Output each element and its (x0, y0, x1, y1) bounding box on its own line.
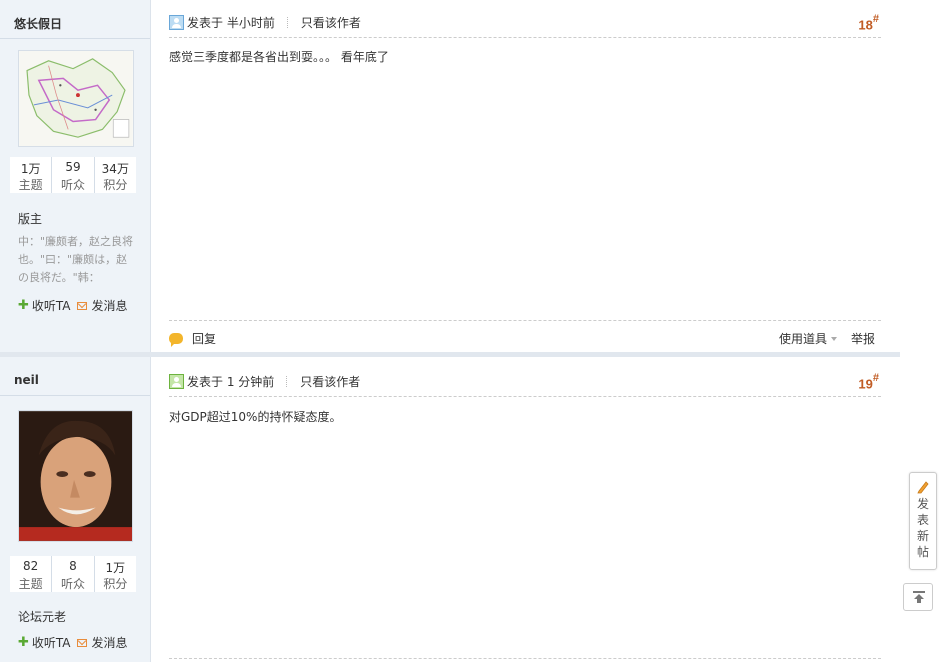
pencil-icon (917, 481, 929, 494)
stat-value: 1万 (105, 561, 126, 575)
stat-value: 1万 (20, 162, 41, 176)
stat-points[interactable]: 34万 积分 (95, 157, 136, 193)
post-content: 发表于 1 分钟前 只看该作者 19# 对GDP超过10%的持怀疑态度。 (151, 357, 900, 662)
report-link[interactable]: 举报 (851, 330, 875, 347)
user-actions: ✚ 收听TA 发消息 (18, 297, 134, 314)
stat-value: 8 (69, 559, 77, 573)
stat-topics[interactable]: 1万 主题 (10, 157, 53, 193)
map-avatar-image (19, 51, 133, 146)
stat-label: 听众 (60, 577, 85, 591)
floor-value: 18 (858, 17, 873, 33)
message-label: 发消息 (91, 636, 128, 650)
stat-label: 积分 (103, 577, 128, 591)
user-stats: 1万 主题 59 听众 34万 积分 (10, 157, 136, 193)
follow-button[interactable]: ✚ 收听TA (18, 297, 71, 314)
only-author-link[interactable]: 只看该作者 (300, 373, 360, 390)
plus-icon: ✚ (18, 297, 29, 313)
follow-label: 收听TA (31, 636, 71, 650)
floor-number[interactable]: 18# (858, 13, 879, 33)
arrow-up-icon (913, 591, 925, 603)
stat-value: 59 (65, 160, 81, 174)
user-sidebar: neil 82 主题 8 听众 1万 积分 论坛元老 ✚ 收听TA 发消息 (0, 357, 151, 662)
reply-button[interactable]: 回复 (169, 330, 216, 347)
post-floor-19: neil 82 主题 8 听众 1万 积分 论坛元老 ✚ 收听TA 发消息 发表… (0, 357, 900, 662)
chevron-down-icon (831, 336, 837, 341)
follow-button[interactable]: ✚ 收听TA (18, 634, 71, 651)
post-message: 对GDP超过10%的持怀疑态度。 (169, 410, 342, 424)
tools-label: 使用道具 (778, 332, 827, 346)
stat-topics[interactable]: 82 主题 (10, 556, 53, 592)
stat-label: 听众 (60, 178, 85, 192)
avatar[interactable] (18, 410, 133, 542)
stat-followers[interactable]: 8 听众 (52, 556, 95, 592)
stat-points[interactable]: 1万 积分 (95, 556, 136, 592)
post-header: 发表于 半小时前 只看该作者 18# (169, 13, 881, 38)
user-sidebar: 悠长假日 1万 主题 59 听众 34万 积分 版主 中："廉颇者，赵之良将也。… (0, 0, 151, 354)
reply-bubble-icon (169, 333, 183, 347)
new-post-label: 发表新帖 (916, 497, 929, 559)
user-rank-title: 版主 (18, 212, 43, 226)
user-signature: 中："廉颇者，赵之良将也。"曰："廉颇は，赵の良将だ。"韩： (18, 235, 134, 284)
stat-label: 主题 (18, 577, 43, 591)
online-user-icon (169, 374, 184, 389)
stat-label: 主题 (18, 178, 43, 192)
floor-value: 19 (858, 376, 873, 392)
back-to-top-button[interactable] (903, 583, 933, 611)
post-header: 发表于 1 分钟前 只看该作者 19# (169, 372, 881, 397)
header-separator (286, 17, 288, 28)
header-separator (286, 376, 288, 387)
post-floor-18: 悠长假日 1万 主题 59 听众 34万 积分 版主 中："廉颇者，赵之良将也。… (0, 0, 900, 354)
follow-label: 收听TA (31, 299, 71, 313)
mail-icon (76, 638, 87, 647)
new-post-float-button[interactable]: 发表新帖 (909, 472, 937, 570)
post-footer: 回复 使用道具 举报 (169, 320, 881, 352)
floor-mark: # (872, 13, 879, 25)
user-rank-title: 论坛元老 (18, 610, 67, 624)
post-time: 发表于 半小时前 (187, 16, 275, 30)
stat-label: 积分 (103, 178, 128, 192)
username-link[interactable]: neil (14, 373, 39, 387)
stat-followers[interactable]: 59 听众 (52, 157, 95, 193)
floor-mark: # (872, 372, 879, 384)
online-user-icon (169, 15, 184, 30)
post-time: 发表于 1 分钟前 (187, 375, 275, 389)
sidebar-divider (0, 38, 150, 39)
portrait-avatar-image (19, 411, 132, 541)
mail-icon (76, 301, 87, 310)
avatar[interactable] (18, 50, 134, 147)
send-message-button[interactable]: 发消息 (76, 297, 128, 314)
only-author-link[interactable]: 只看该作者 (301, 14, 361, 31)
sidebar-divider (0, 395, 150, 396)
plus-icon: ✚ (18, 634, 29, 650)
post-content: 发表于 半小时前 只看该作者 18# 感觉三季度都是各省出到耍。。。 看年底了 … (151, 0, 900, 354)
message-label: 发消息 (91, 299, 128, 313)
send-message-button[interactable]: 发消息 (76, 634, 128, 651)
user-actions: ✚ 收听TA 发消息 (18, 634, 134, 651)
stat-value: 34万 (101, 162, 129, 176)
stat-value: 82 (23, 559, 39, 573)
post-message: 感觉三季度都是各省出到耍。。。 看年底了 (169, 50, 389, 64)
post-footer (169, 658, 881, 662)
user-stats: 82 主题 8 听众 1万 积分 (10, 556, 136, 592)
use-tools-dropdown[interactable]: 使用道具 (779, 330, 837, 347)
reply-label: 回复 (192, 332, 217, 346)
username-link[interactable]: 悠长假日 (14, 15, 62, 32)
floor-number[interactable]: 19# (858, 372, 879, 392)
